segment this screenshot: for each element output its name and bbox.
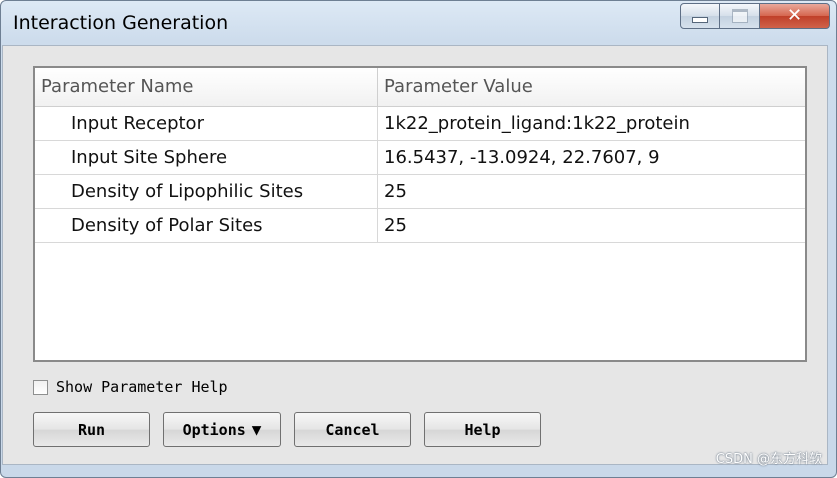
close-button[interactable]: ✕ [760, 3, 830, 29]
table-header: Parameter Name Parameter Value [35, 68, 805, 107]
close-icon: ✕ [786, 5, 803, 26]
minimize-button[interactable] [680, 3, 720, 29]
help-button[interactable]: Help [424, 412, 541, 447]
cancel-button[interactable]: Cancel [294, 412, 411, 447]
table-row[interactable]: Density of Lipophilic Sites 25 [35, 175, 805, 209]
parameter-name-cell: Density of Lipophilic Sites [35, 175, 378, 208]
help-button-label: Help [464, 420, 501, 439]
parameter-name-cell: Density of Polar Sites [35, 209, 378, 242]
show-parameter-help-label[interactable]: Show Parameter Help [56, 378, 228, 396]
parameter-value-cell[interactable]: 1k22_protein_ligand:1k22_protein [378, 107, 805, 140]
parameter-name-cell: Input Site Sphere [35, 141, 378, 174]
show-parameter-help-option[interactable]: Show Parameter Help [33, 376, 228, 398]
run-button-label: Run [77, 420, 106, 439]
table-row[interactable]: Input Receptor 1k22_protein_ligand:1k22_… [35, 107, 805, 141]
dropdown-arrow-icon: ▼ [251, 420, 262, 439]
cancel-button-label: Cancel [325, 420, 380, 439]
table-row[interactable]: Input Site Sphere 16.5437, -13.0924, 22.… [35, 141, 805, 175]
maximize-button[interactable] [720, 3, 760, 29]
watermark-text: CSDN @东方科软 [715, 452, 822, 467]
window-title: Interaction Generation [13, 12, 229, 34]
parameter-value-cell[interactable]: 25 [378, 175, 805, 208]
run-button[interactable]: Run [33, 412, 150, 447]
dialog-content: Parameter Name Parameter Value Input Rec… [2, 45, 828, 465]
parameter-value-cell[interactable]: 16.5437, -13.0924, 22.7607, 9 [378, 141, 805, 174]
minimize-icon [692, 17, 708, 23]
options-button-label: Options [182, 420, 246, 439]
dialog-window: Interaction Generation ✕ Parameter Name … [0, 0, 837, 478]
parameter-table: Parameter Name Parameter Value Input Rec… [33, 66, 807, 362]
table-row[interactable]: Density of Polar Sites 25 [35, 209, 805, 243]
window-controls: ✕ [680, 3, 830, 31]
parameter-value-cell[interactable]: 25 [378, 209, 805, 242]
maximize-icon [731, 9, 748, 23]
title-bar[interactable]: Interaction Generation ✕ [1, 1, 836, 45]
parameter-name-cell: Input Receptor [35, 107, 378, 140]
column-header-parameter-value[interactable]: Parameter Value [378, 68, 805, 106]
column-header-parameter-name[interactable]: Parameter Name [35, 68, 378, 106]
options-button[interactable]: Options ▼ [163, 412, 281, 447]
show-parameter-help-checkbox[interactable] [33, 379, 48, 395]
